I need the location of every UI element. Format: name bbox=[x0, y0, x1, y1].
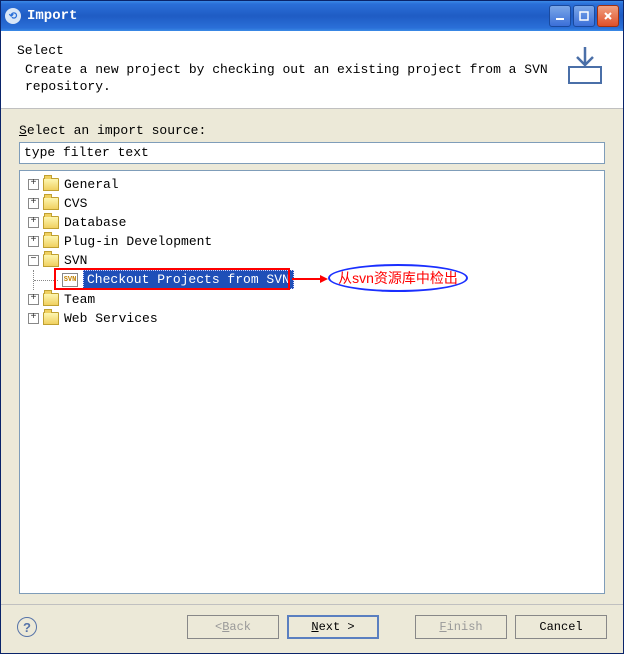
folder-icon bbox=[43, 235, 59, 248]
cancel-button[interactable]: Cancel bbox=[515, 615, 607, 639]
tree-item-cvs[interactable]: + CVS bbox=[22, 194, 602, 213]
close-button[interactable] bbox=[597, 5, 619, 27]
import-source-tree[interactable]: + General + CVS + Database + Plug-in Dev… bbox=[19, 170, 605, 594]
filter-input[interactable] bbox=[19, 142, 605, 164]
folder-icon bbox=[43, 254, 59, 267]
header-description: Create a new project by checking out an … bbox=[17, 62, 553, 96]
next-button[interactable]: Next > bbox=[287, 615, 379, 639]
annotation-ellipse: 从svn资源库中检出 bbox=[328, 264, 468, 292]
tree-item-label: Team bbox=[64, 292, 95, 307]
tree-item-svn[interactable]: − SVN bbox=[22, 251, 602, 270]
tree-item-plugin-dev[interactable]: + Plug-in Development bbox=[22, 232, 602, 251]
annotation-text: 从svn资源库中检出 bbox=[338, 268, 458, 288]
button-bar: ? < Back Next > Finish Cancel bbox=[1, 604, 623, 653]
tree-item-label: Plug-in Development bbox=[64, 234, 212, 249]
tree-item-team[interactable]: + Team bbox=[22, 290, 602, 309]
tree-item-label: Database bbox=[64, 215, 126, 230]
back-button[interactable]: < Back bbox=[187, 615, 279, 639]
wizard-body: Select an import source: + General + CVS… bbox=[1, 109, 623, 604]
folder-icon bbox=[43, 216, 59, 229]
expand-icon[interactable]: + bbox=[28, 236, 39, 247]
help-icon[interactable]: ? bbox=[17, 617, 37, 637]
tree-item-label: General bbox=[64, 177, 119, 192]
tree-item-label: CVS bbox=[64, 196, 87, 211]
tree-item-label: Checkout Projects from SVN bbox=[83, 270, 294, 289]
expand-icon[interactable]: + bbox=[28, 198, 39, 209]
import-icon bbox=[563, 43, 607, 87]
expand-icon[interactable]: + bbox=[28, 179, 39, 190]
window-title: Import bbox=[27, 8, 549, 24]
app-icon: ⟲ bbox=[5, 8, 21, 24]
finish-button[interactable]: Finish bbox=[415, 615, 507, 639]
tree-item-label: SVN bbox=[64, 253, 87, 268]
tree-item-label: Web Services bbox=[64, 311, 158, 326]
svn-icon: SVN bbox=[62, 273, 78, 287]
minimize-button[interactable] bbox=[549, 5, 571, 27]
tree-item-database[interactable]: + Database bbox=[22, 213, 602, 232]
annotation-arrow bbox=[292, 278, 322, 280]
maximize-button[interactable] bbox=[573, 5, 595, 27]
tree-item-web-services[interactable]: + Web Services bbox=[22, 309, 602, 328]
folder-icon bbox=[43, 293, 59, 306]
expand-icon[interactable]: + bbox=[28, 217, 39, 228]
folder-icon bbox=[43, 178, 59, 191]
wizard-header: Select Create a new project by checking … bbox=[1, 31, 623, 109]
source-label: Select an import source: bbox=[19, 123, 605, 138]
folder-icon bbox=[43, 312, 59, 325]
titlebar: ⟲ Import bbox=[1, 1, 623, 31]
expand-icon[interactable]: + bbox=[28, 294, 39, 305]
tree-item-general[interactable]: + General bbox=[22, 175, 602, 194]
tree-item-checkout-svn[interactable]: SVN Checkout Projects from SVN bbox=[22, 270, 602, 290]
folder-icon bbox=[43, 197, 59, 210]
annotation-arrow-head bbox=[320, 275, 328, 283]
collapse-icon[interactable]: − bbox=[28, 255, 39, 266]
header-title: Select bbox=[17, 43, 553, 58]
expand-icon[interactable]: + bbox=[28, 313, 39, 324]
